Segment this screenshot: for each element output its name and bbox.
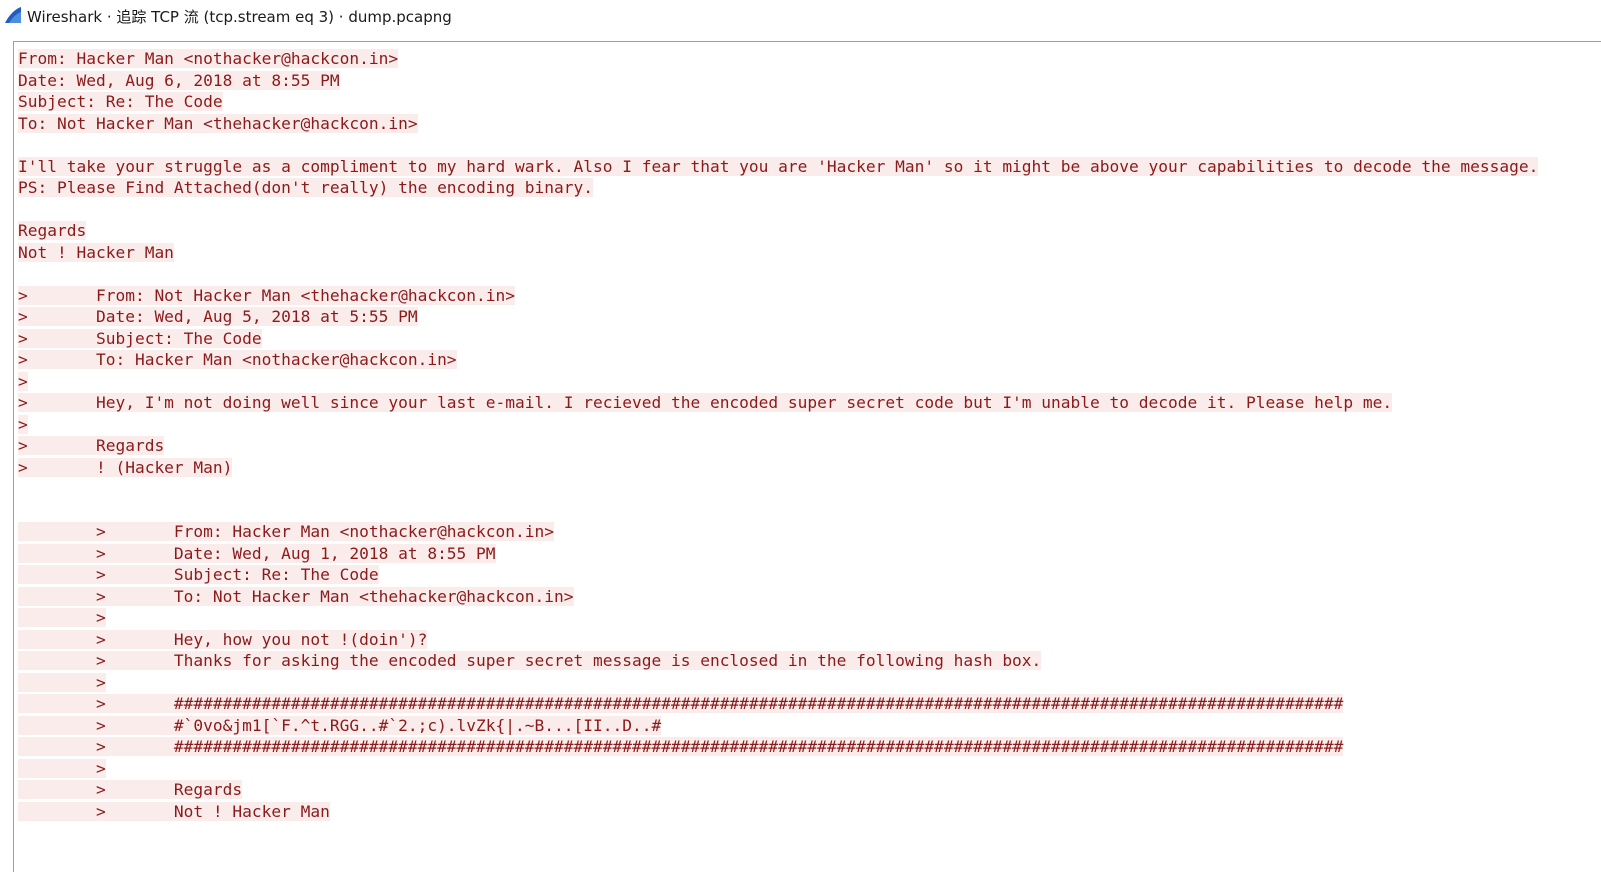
stream-line: > To: Hacker Man <nothacker@hackcon.in> [18,349,1538,371]
stream-line-text: > #`0vo&jm1[`F.^t.RGG..#`2.;c).lvZk{|.~B… [18,715,662,735]
stream-line: To: Not Hacker Man <thehacker@hackcon.in… [18,113,1538,135]
tcp-stream-content-pane[interactable]: From: Hacker Man <nothacker@hackcon.in> D… [13,41,1601,872]
stream-line: > [18,607,1538,629]
stream-line-text: > [18,371,28,391]
stream-line-text: Regards [18,221,87,240]
stream-line-text: > ######################################… [18,737,1344,756]
stream-line: > #`0vo&jm1[`F.^t.RGG..#`2.;c).lvZk{|.~B… [18,715,1538,737]
stream-line: > Date: Wed, Aug 5, 2018 at 5:55 PM [18,306,1538,328]
stream-line-text: I'll take your struggle as a compliment … [18,156,1539,176]
stream-line: > Regards [18,435,1538,457]
stream-text[interactable]: From: Hacker Man <nothacker@hackcon.in> D… [18,48,1539,823]
stream-line-text: PS: Please Find Attached(don't really) t… [18,178,593,197]
stream-line: > ######################################… [18,693,1538,715]
stream-line [18,263,1538,285]
stream-line: Not ! Hacker Man [18,242,1538,264]
stream-line-text: > Thanks for asking the encoded super se… [18,651,1042,670]
stream-line-text: > ! (Hacker Man) [18,457,233,477]
stream-line-text: > Date: Wed, Aug 1, 2018 at 8:55 PM [18,543,496,563]
stream-line-text: > [18,758,106,778]
stream-line-text: > Regards [18,780,243,799]
stream-line: > From: Not Hacker Man <thehacker@hackco… [18,285,1538,307]
stream-line-text: > [18,608,106,627]
stream-line: > Date: Wed, Aug 1, 2018 at 8:55 PM [18,543,1538,565]
stream-line: > ! (Hacker Man) [18,457,1538,479]
stream-line: > Regards [18,779,1538,801]
stream-line: > Not ! Hacker Man [18,801,1538,823]
stream-line-text: > [18,414,28,434]
stream-line: PS: Please Find Attached(don't really) t… [18,177,1538,199]
stream-line: > [18,414,1538,436]
stream-line: > [18,672,1538,694]
stream-line-text: > ######################################… [18,694,1344,713]
window-title: Wireshark · 追踪 TCP 流 (tcp.stream eq 3) ·… [27,8,452,26]
stream-line-text: > Not ! Hacker Man [18,801,330,821]
stream-line-text: > Hey, I'm not doing well since your las… [18,393,1393,412]
stream-line: > Thanks for asking the encoded super se… [18,650,1538,672]
wireshark-fin-icon [3,5,23,25]
stream-line-text: Not ! Hacker Man [18,242,174,262]
stream-line-text: > [18,672,106,692]
stream-line [18,134,1538,156]
stream-line-text: Date: Wed, Aug 6, 2018 at 8:55 PM [18,70,340,90]
stream-line [18,500,1538,522]
stream-line [18,199,1538,221]
stream-line: > ######################################… [18,736,1538,758]
stream-line-text: From: Hacker Man <nothacker@hackcon.in> [18,49,399,68]
stream-line-text: > Subject: Re: The Code [18,565,379,584]
stream-line: From: Hacker Man <nothacker@hackcon.in> [18,48,1538,70]
stream-line: > Subject: Re: The Code [18,564,1538,586]
stream-line [18,478,1538,500]
stream-line: > [18,758,1538,780]
stream-line: I'll take your struggle as a compliment … [18,156,1539,178]
stream-line-text: > Date: Wed, Aug 5, 2018 at 5:55 PM [18,307,418,326]
stream-line: > From: Hacker Man <nothacker@hackcon.in… [18,521,1538,543]
stream-line: Date: Wed, Aug 6, 2018 at 8:55 PM [18,70,1538,92]
stream-line-text: > From: Not Hacker Man <thehacker@hackco… [18,285,516,305]
stream-line-text: > From: Hacker Man <nothacker@hackcon.in… [18,522,555,541]
stream-line: > To: Not Hacker Man <thehacker@hackcon.… [18,586,1538,608]
stream-line-text: > To: Hacker Man <nothacker@hackcon.in> [18,350,457,369]
stream-line: > [18,371,1538,393]
stream-line: > Subject: The Code [18,328,1538,350]
window-title-bar[interactable]: Wireshark · 追踪 TCP 流 (tcp.stream eq 3) ·… [0,0,1601,30]
stream-line: > Hey, I'm not doing well since your las… [18,392,1538,414]
stream-line-text: To: Not Hacker Man <thehacker@hackcon.in… [18,113,418,133]
stream-line: Subject: Re: The Code [18,91,1538,113]
stream-line-text: > Regards [18,436,165,455]
stream-line-text: Subject: Re: The Code [18,92,223,111]
stream-line-text: > To: Not Hacker Man <thehacker@hackcon.… [18,586,574,606]
stream-line-text: > Hey, how you not !(doin')? [18,629,428,649]
stream-line: > Hey, how you not !(doin')? [18,629,1538,651]
stream-line: Regards [18,220,1538,242]
stream-line-text: > Subject: The Code [18,328,262,348]
